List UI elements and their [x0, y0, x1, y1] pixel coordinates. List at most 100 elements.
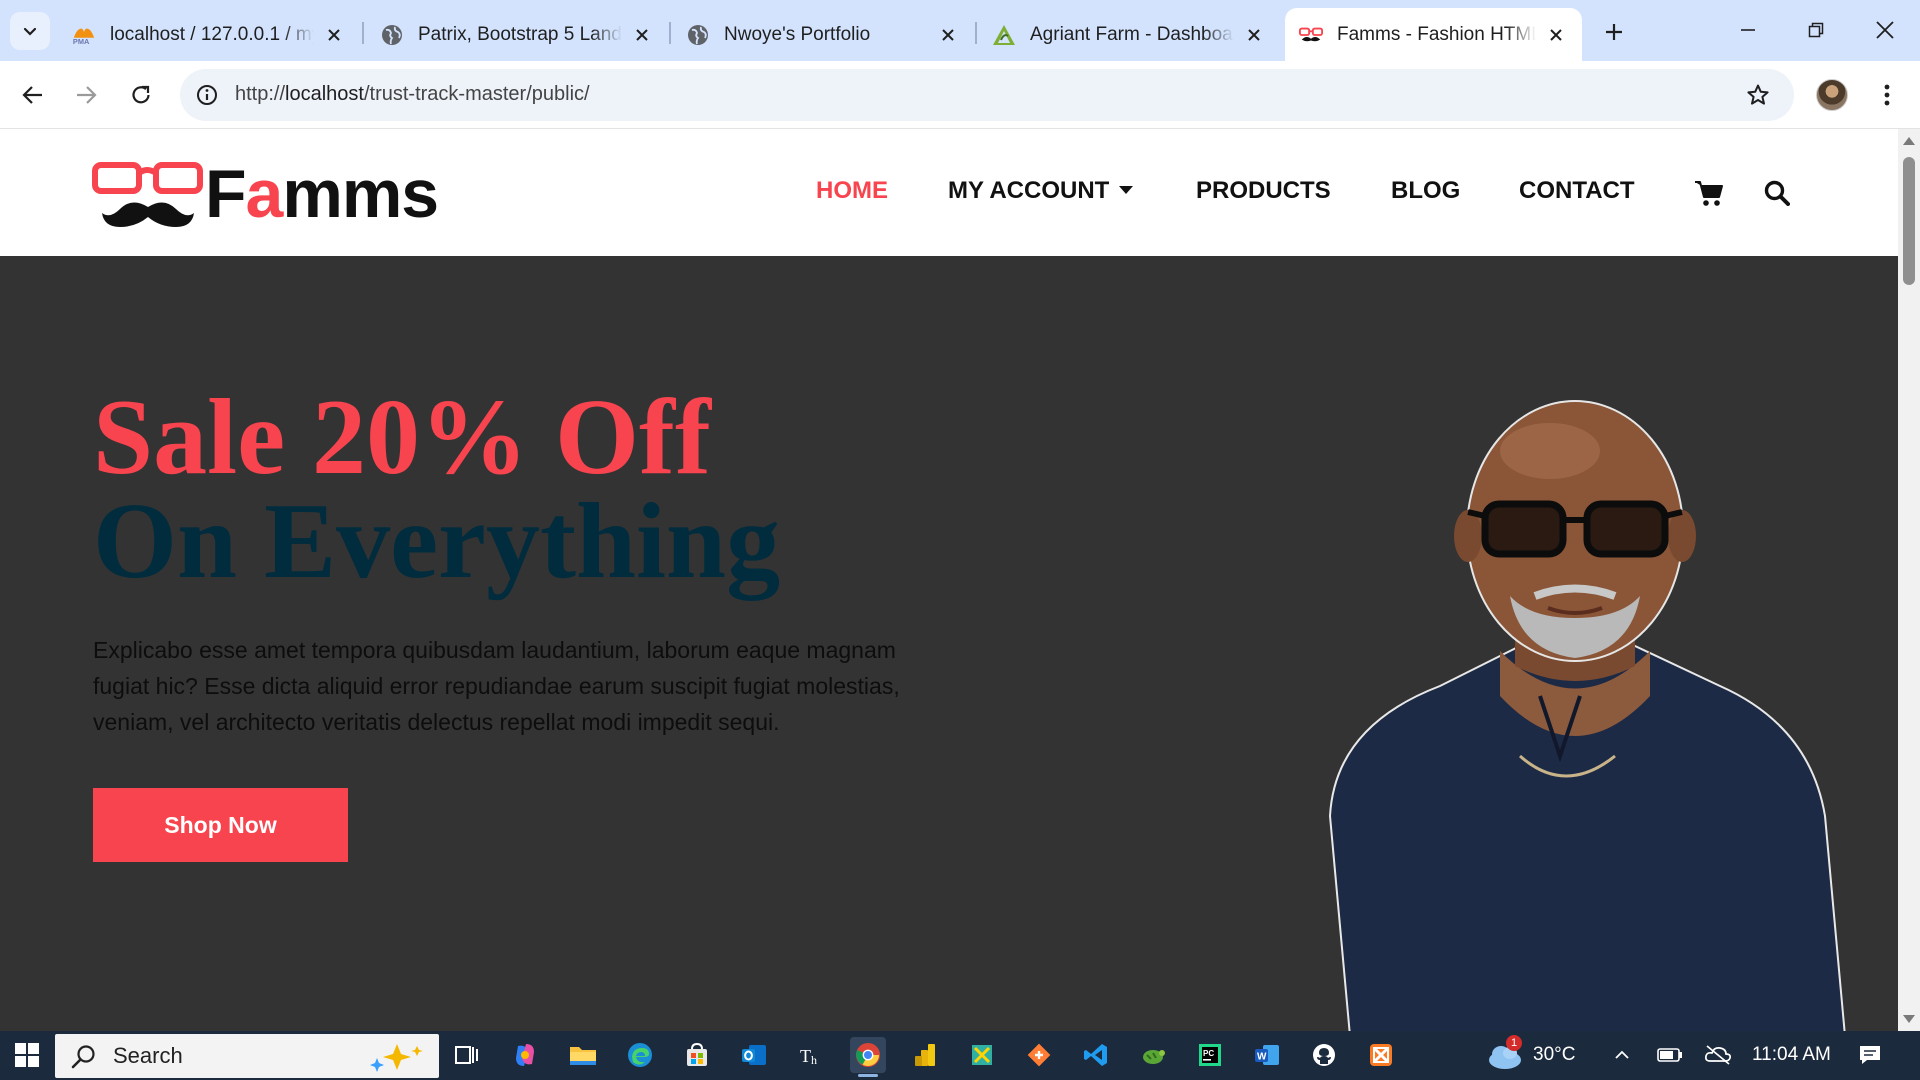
notification-icon[interactable] — [1852, 1037, 1888, 1073]
tab-separator — [669, 22, 671, 44]
tab-search-button[interactable] — [10, 12, 50, 50]
globe-icon — [380, 23, 404, 47]
browser-tab-active[interactable]: Famms - Fashion HTML Template — [1285, 8, 1582, 61]
restore-button[interactable] — [1786, 8, 1846, 52]
taskbar-search-box[interactable]: Search — [55, 1034, 439, 1078]
copilot-icon[interactable] — [507, 1037, 543, 1073]
browser-menu-button[interactable] — [1870, 77, 1904, 113]
task-view-icon[interactable] — [449, 1037, 485, 1073]
profile-avatar[interactable] — [1816, 79, 1848, 111]
hero-paragraph: Explicabo esse amet tempora quibusdam la… — [93, 637, 900, 735]
weather-temperature: 30°C — [1533, 1044, 1576, 1065]
pycharm-icon[interactable]: PC — [1192, 1037, 1228, 1073]
turtle-app-icon[interactable] — [1135, 1037, 1171, 1073]
nav-blog[interactable]: BLOG — [1391, 177, 1460, 205]
microsoft-store-icon[interactable] — [679, 1037, 715, 1073]
browser-tab[interactable]: Patrix, Bootstrap 5 Landing Page — [366, 8, 668, 61]
xampp-icon[interactable] — [1363, 1037, 1399, 1073]
search-icon — [71, 1045, 95, 1069]
globe-icon — [686, 23, 710, 47]
site-logo[interactable]: Famms — [92, 156, 482, 232]
url-text[interactable]: http://localhost/trust-track-master/publ… — [235, 83, 590, 106]
start-button[interactable] — [9, 1037, 45, 1073]
chevron-down-icon — [23, 27, 37, 36]
file-explorer-icon[interactable] — [565, 1037, 601, 1073]
site-info-icon[interactable] — [194, 82, 220, 108]
plus-icon — [1606, 24, 1622, 40]
bookmark-star-icon[interactable] — [1744, 81, 1772, 109]
shop-now-button[interactable]: Shop Now — [93, 788, 348, 862]
battery-icon[interactable] — [1652, 1037, 1688, 1073]
weather-badge: 1 — [1506, 1035, 1522, 1051]
nav-contact[interactable]: CONTACT — [1519, 177, 1635, 205]
tab-title: Nwoye's Portfolio — [724, 23, 871, 45]
scrollbar-thumb[interactable] — [1903, 157, 1915, 285]
system-clock[interactable]: 11:04 AM — [1752, 1044, 1831, 1066]
browser-tab-strip: PMA localhost / 127.0.0.1 / myadmin Patr… — [0, 0, 1920, 61]
address-bar[interactable]: http://localhost/trust-track-master/publ… — [180, 69, 1794, 121]
taskbar-search-label: Search — [113, 1043, 183, 1068]
vscode-icon[interactable] — [1078, 1037, 1114, 1073]
edge-browser-icon[interactable] — [622, 1037, 658, 1073]
close-icon[interactable] — [936, 23, 960, 47]
snipping-tool-icon[interactable] — [964, 1037, 1000, 1073]
chrome-icon[interactable] — [850, 1037, 886, 1077]
hero-headline-line2: On Everything — [93, 482, 781, 601]
logo-letter: F — [205, 156, 247, 232]
scroll-down-icon[interactable] — [1903, 1015, 1915, 1023]
logo-accent-letter: a — [245, 156, 284, 232]
url-host: localhost — [285, 83, 364, 105]
nav-products[interactable]: PRODUCTS — [1196, 177, 1331, 205]
logo-wordmark: Famms — [205, 155, 439, 233]
more-vertical-icon — [1884, 84, 1890, 106]
svg-text:PMA: PMA — [73, 37, 90, 46]
reload-button[interactable] — [121, 75, 161, 115]
minimize-icon — [1741, 29, 1755, 31]
nav-my-account[interactable]: MY ACCOUNT — [948, 177, 1134, 205]
cart-icon[interactable] — [1693, 177, 1725, 209]
svg-text:T: T — [800, 1046, 811, 1066]
outlook-icon[interactable] — [736, 1037, 772, 1073]
svg-text:W: W — [1257, 1052, 1267, 1063]
close-icon[interactable] — [322, 23, 346, 47]
browser-tab[interactable]: Agriant Farm - Dashboard — [978, 8, 1280, 61]
site-header: Famms HOME MY ACCOUNT PRODUCTS BLOG CONT… — [0, 129, 1898, 256]
new-tab-button[interactable] — [1596, 14, 1632, 50]
github-desktop-icon[interactable] — [1306, 1037, 1342, 1073]
back-button[interactable] — [13, 75, 53, 115]
logo-letters: mms — [282, 156, 439, 232]
url-path: /trust-track-master/public/ — [363, 83, 590, 105]
tab-separator — [362, 22, 364, 44]
famms-icon — [1299, 23, 1323, 47]
close-icon[interactable] — [1242, 23, 1266, 47]
search-icon[interactable] — [1761, 177, 1793, 209]
tab-separator — [975, 22, 977, 44]
close-icon[interactable] — [1544, 23, 1568, 47]
tab-title: localhost / 127.0.0.1 / myadmin — [110, 23, 314, 45]
caret-down-icon — [1119, 185, 1134, 194]
close-icon — [1876, 21, 1894, 39]
close-window-button[interactable] — [1855, 8, 1915, 52]
arrow-right-icon — [77, 86, 97, 104]
forward-button[interactable] — [66, 75, 106, 115]
arrow-left-icon — [22, 86, 42, 104]
typing-app-icon[interactable]: Th — [793, 1037, 829, 1073]
svg-text:h: h — [811, 1053, 817, 1067]
git-client-icon[interactable] — [1021, 1037, 1057, 1073]
chevron-up-icon[interactable] — [1604, 1037, 1640, 1073]
page-scrollbar[interactable] — [1898, 129, 1920, 1031]
onedrive-offline-icon[interactable] — [1700, 1037, 1736, 1073]
svg-text:PC: PC — [1203, 1049, 1214, 1058]
weather-cloud-icon[interactable]: 1 — [1484, 1035, 1526, 1073]
hero-model-image — [1328, 400, 1846, 1031]
nav-home[interactable]: HOME — [816, 177, 888, 205]
browser-tab[interactable]: PMA localhost / 127.0.0.1 / myadmin — [58, 8, 360, 61]
power-bi-icon[interactable] — [907, 1037, 943, 1073]
close-icon[interactable] — [630, 23, 654, 47]
scroll-up-icon[interactable] — [1903, 137, 1915, 145]
browser-tab[interactable]: Nwoye's Portfolio — [672, 8, 974, 61]
minimize-button[interactable] — [1718, 8, 1778, 52]
reload-icon — [132, 85, 150, 104]
word-icon[interactable]: W — [1249, 1037, 1285, 1073]
hero-headline-line1: Sale 20% Off — [93, 378, 711, 497]
